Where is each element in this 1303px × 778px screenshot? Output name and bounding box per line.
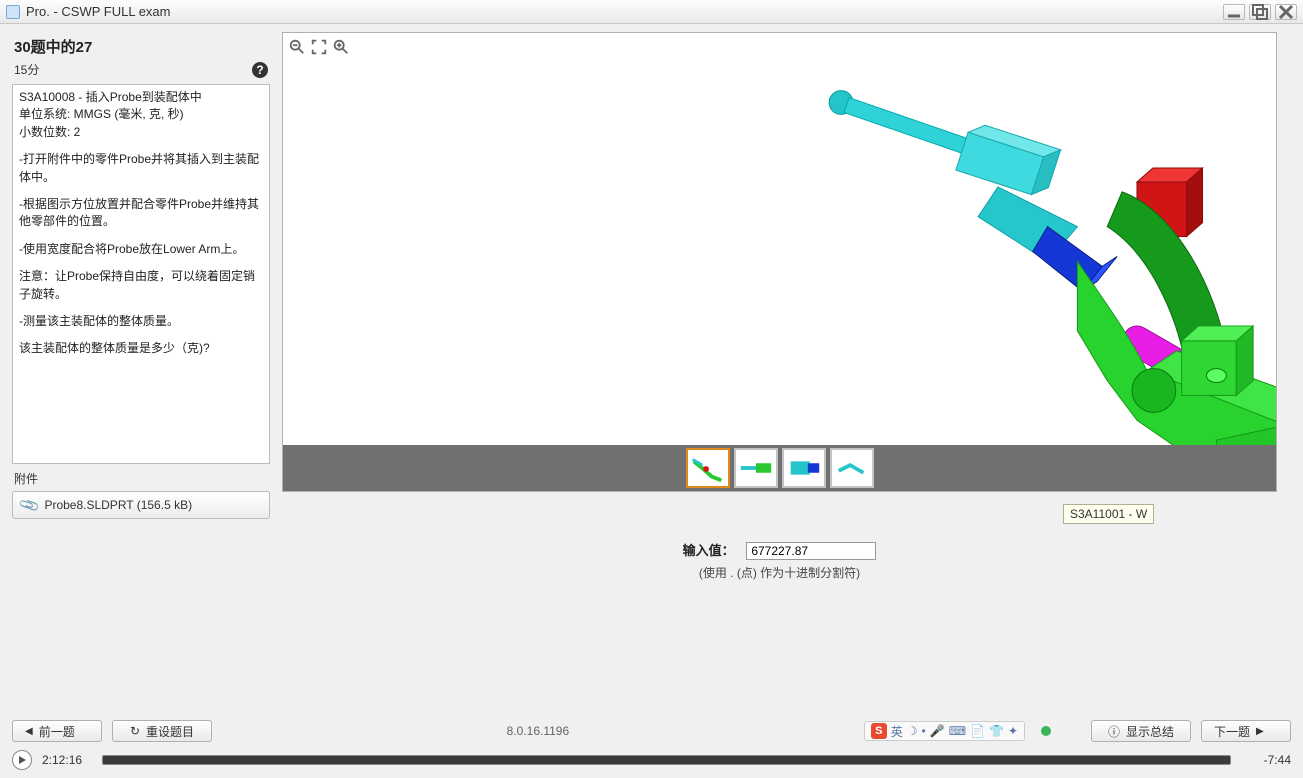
prev-question-button[interactable]: ◀ 前一题 bbox=[12, 720, 102, 742]
window-title: Pro. - CSWP FULL exam bbox=[26, 4, 1223, 19]
answer-hint: (使用 . (点) 作为十进制分割符) bbox=[282, 564, 1277, 581]
summary-label: 显示总结 bbox=[1126, 723, 1174, 740]
close-button[interactable] bbox=[1275, 4, 1297, 20]
thumbnail-strip bbox=[283, 445, 1276, 491]
question-body: S3A10008 - 插入Probe到装配体中单位系统: MMGS (毫米, 克… bbox=[12, 84, 270, 464]
arrow-left-icon: ◀ bbox=[25, 726, 33, 737]
window-controls bbox=[1223, 4, 1297, 20]
zoom-out-icon[interactable] bbox=[287, 37, 307, 57]
assembly-illustration bbox=[283, 33, 1276, 460]
play-pause-button[interactable] bbox=[12, 750, 32, 770]
reset-label: 重设题目 bbox=[146, 723, 194, 740]
version-label: 8.0.16.1196 bbox=[507, 724, 570, 738]
image-viewer bbox=[282, 32, 1277, 492]
answer-row: 输入值： bbox=[282, 540, 1277, 560]
answer-input[interactable] bbox=[746, 542, 876, 560]
arrow-right-icon: ▶ bbox=[1256, 726, 1264, 737]
elapsed-time: 2:12:16 bbox=[42, 753, 92, 767]
ime-doc-icon: 📄 bbox=[970, 724, 985, 738]
prev-label: 前一题 bbox=[39, 723, 75, 740]
remaining-time: -7:44 bbox=[1241, 753, 1291, 767]
status-dot-icon bbox=[1041, 726, 1051, 736]
paperclip-icon: 📎 bbox=[18, 493, 42, 516]
window-titlebar: Pro. - CSWP FULL exam bbox=[0, 0, 1303, 24]
show-summary-button[interactable]: ⓘ 显示总结 bbox=[1091, 720, 1191, 742]
question-counter: 30题中的27 bbox=[14, 36, 92, 57]
thumbnail-4[interactable] bbox=[830, 448, 874, 488]
thumbnail-tooltip: S3A11001 - W bbox=[1063, 504, 1154, 524]
help-icon[interactable]: ? bbox=[252, 62, 268, 78]
info-icon: ⓘ bbox=[1108, 723, 1120, 740]
answer-label: 输入值： bbox=[683, 543, 735, 558]
ime-mic-icon: 🎤 bbox=[930, 724, 945, 738]
maximize-button[interactable] bbox=[1249, 4, 1271, 20]
thumbnail-3[interactable] bbox=[782, 448, 826, 488]
attachment-file-button[interactable]: 📎 Probe8.SLDPRT (156.5 kB) bbox=[12, 491, 270, 519]
time-progress-bar[interactable] bbox=[102, 755, 1231, 765]
thumbnail-2[interactable] bbox=[734, 448, 778, 488]
next-label: 下一题 bbox=[1214, 723, 1250, 740]
ime-toolbar[interactable]: S 英 ☽ • 🎤 ⌨ 📄 👕 ✦ bbox=[864, 721, 1025, 741]
attachment-filename: Probe8.SLDPRT (156.5 kB) bbox=[44, 498, 192, 512]
ime-moon-icon: ☽ bbox=[907, 724, 918, 738]
app-icon bbox=[6, 5, 20, 19]
thumbnail-1[interactable] bbox=[686, 448, 730, 488]
ime-spark-icon: ✦ bbox=[1008, 724, 1018, 738]
ime-lang: 英 bbox=[891, 723, 903, 740]
ime-dot-icon: • bbox=[922, 724, 926, 738]
minimize-button[interactable] bbox=[1223, 4, 1245, 20]
footer: ◀ 前一题 ↻ 重设题目 8.0.16.1196 S 英 ☽ • 🎤 ⌨ 📄 👕… bbox=[12, 718, 1291, 772]
attachment-label: 附件 bbox=[12, 468, 270, 489]
viewer-canvas[interactable] bbox=[283, 33, 1276, 460]
zoom-toolbar bbox=[287, 37, 351, 57]
reset-question-button[interactable]: ↻ 重设题目 bbox=[112, 720, 212, 742]
next-question-button[interactable]: 下一题 ▶ bbox=[1201, 720, 1291, 742]
ime-keyboard-icon: ⌨ bbox=[949, 724, 966, 738]
question-panel: 30题中的27 15分 ? S3A10008 - 插入Probe到装配体中单位系… bbox=[12, 30, 270, 708]
ime-shirt-icon: 👕 bbox=[989, 724, 1004, 738]
zoom-in-icon[interactable] bbox=[331, 37, 351, 57]
ime-logo-icon: S bbox=[871, 723, 887, 739]
zoom-fit-icon[interactable] bbox=[309, 37, 329, 57]
refresh-icon: ↻ bbox=[130, 724, 140, 738]
question-points: 15分 bbox=[14, 61, 39, 78]
